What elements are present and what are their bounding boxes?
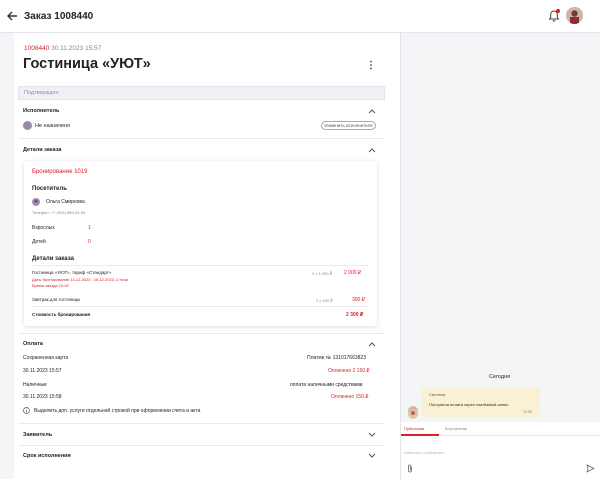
cash-desc: оплата наличными средствами <box>290 382 363 388</box>
item-total: 2 000 ₽ <box>344 270 362 276</box>
visitor-avatar <box>32 198 40 206</box>
chat-composer: Публичная Внутренняя Написать сообщение.… <box>401 422 600 479</box>
chat-panel: Сегодня Система Поступила оплата через п… <box>400 33 600 479</box>
item-name: Гостиница «УЮТ», тариф «Стандарт» <box>32 270 112 275</box>
booking-title[interactable]: Бронирование 1019 <box>32 169 87 175</box>
divider <box>18 138 385 139</box>
order-number[interactable]: 1008440 <box>24 45 49 52</box>
order-meta: 1008440 30.11.2023 15:57 <box>24 45 101 52</box>
hotel-title: Гостиница «УЮТ» <box>23 56 151 72</box>
change-executor-button[interactable]: Изменить исполнителя <box>321 121 376 130</box>
chevron-up-icon[interactable] <box>368 108 376 114</box>
item-total: 300 ₽ <box>352 297 365 303</box>
children-label: Детей <box>32 239 46 245</box>
status-badge: Подтвержден <box>18 86 385 100</box>
saved-card-payment: Платеж № 131017663823 <box>307 355 366 361</box>
item-time: Время заезда 10:00 <box>32 283 69 288</box>
message-text: Поступила оплата через платёжный шлюз. <box>429 402 509 407</box>
total-value: 2 300 ₽ <box>346 312 364 318</box>
system-avatar <box>408 406 418 419</box>
executor-heading: Исполнитель <box>23 108 60 114</box>
page-title: Заказ 1008440 <box>24 11 94 22</box>
divider <box>32 265 369 266</box>
order-date: 30.11.2023 15:57 <box>51 45 102 52</box>
item-dates: Даты бронирования 14.12.2023 - 16.12.202… <box>32 277 129 282</box>
info-text: Выделить доп. услуги отдельной строкой п… <box>34 408 201 414</box>
message-sender: Система <box>429 392 446 397</box>
divider <box>32 306 369 307</box>
notification-dot <box>556 9 560 13</box>
message-input[interactable]: Написать сообщение... <box>404 450 447 455</box>
item-name: Завтрак для гостиницы <box>32 297 81 302</box>
adults-label: Взрослых <box>32 225 55 231</box>
cash-label: Наличные <box>23 382 47 388</box>
executor-avatar <box>23 121 32 130</box>
divider <box>18 333 385 334</box>
saved-card-label: Сохраненная карта <box>23 355 69 361</box>
visitor-heading: Посетитель <box>32 186 67 192</box>
total-label: Стоимость бронирования <box>32 312 91 317</box>
executor-name: Не назначено <box>35 123 71 129</box>
divider <box>18 445 385 446</box>
order-panel: 1008440 30.11.2023 15:57 Гостиница «УЮТ»… <box>14 33 400 479</box>
deadline-heading: Срок исполнения <box>23 453 71 459</box>
details-heading: Детали заказа <box>23 147 62 153</box>
adults-value: 1 <box>88 225 91 231</box>
booking-card: Бронирование 1019 Посетитель Ольга Смирн… <box>24 161 377 326</box>
applicant-heading: Заявитель <box>23 432 53 438</box>
item-qty: 2 x 150 ₽ <box>316 298 333 303</box>
info-icon <box>23 407 30 414</box>
chevron-up-icon[interactable] <box>368 147 376 153</box>
chevron-down-icon[interactable] <box>368 453 376 459</box>
tab-internal[interactable]: Внутренняя <box>445 426 467 431</box>
children-value: 0 <box>88 239 91 245</box>
cash-status: Оплачено 150 ₽ <box>331 394 369 400</box>
payment-heading: Оплата <box>23 341 43 347</box>
chevron-down-icon[interactable] <box>368 432 376 438</box>
order-details-heading: Детали заказа <box>32 256 74 262</box>
send-icon[interactable] <box>586 464 595 473</box>
top-bar: Заказ 1008440 <box>0 0 600 33</box>
cash-date: 30.11.2023 15:58 <box>23 394 62 400</box>
message-time: 15:58 <box>523 410 532 414</box>
visitor-name: Ольга Смирнова <box>46 199 85 205</box>
active-tab-indicator <box>401 434 439 436</box>
tab-public[interactable]: Публичная <box>404 426 424 431</box>
item-qty: 2 x 1 000 ₽ <box>312 271 333 276</box>
day-label: Сегодня <box>489 374 511 380</box>
user-avatar[interactable] <box>566 7 583 24</box>
more-vertical-icon[interactable] <box>367 60 375 70</box>
saved-card-date: 30.11.2023 15:57 <box>23 368 62 374</box>
arrow-back-icon[interactable] <box>5 9 19 23</box>
visitor-phone: Телефон: +7 (905) 889-03-59 <box>32 210 86 215</box>
attach-icon[interactable] <box>407 464 413 473</box>
divider <box>18 423 385 424</box>
chat-message: Система Поступила оплата через платёжный… <box>422 387 540 417</box>
chevron-up-icon[interactable] <box>368 341 376 347</box>
saved-card-status: Оплачено 2 150 ₽ <box>328 368 370 374</box>
